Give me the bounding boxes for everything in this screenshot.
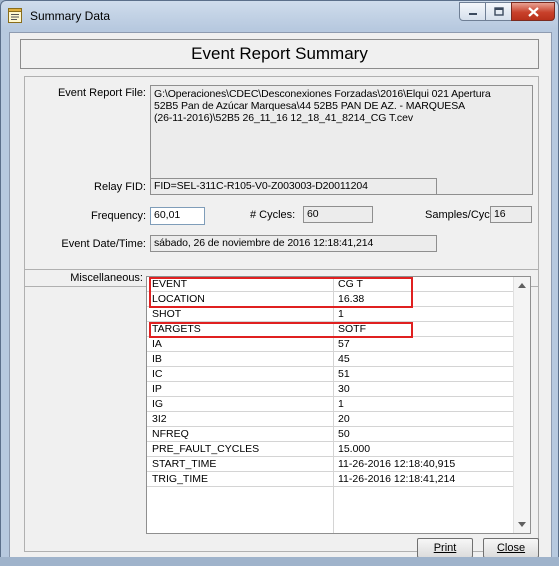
row-value: 50 (338, 428, 350, 440)
table-row[interactable]: IG 1 (147, 397, 515, 412)
scroll-down-arrow-icon (518, 521, 526, 527)
desktop-background (0, 557, 559, 566)
table-row[interactable]: SHOT 1 (147, 307, 515, 322)
vertical-scrollbar[interactable] (513, 277, 530, 533)
minimize-button[interactable] (459, 2, 486, 21)
row-key: NFREQ (152, 428, 189, 440)
highlight-box (149, 322, 413, 338)
cycles-field[interactable]: 60 (303, 206, 373, 223)
print-button[interactable]: Print (417, 538, 473, 558)
row-value: 1 (338, 308, 344, 320)
close-window-button[interactable] (511, 2, 555, 21)
summary-document-icon (8, 8, 22, 23)
table-row[interactable]: TRIG_TIME 11-26-2016 12:18:41,214 (147, 472, 515, 487)
window-title: Summary Data (30, 9, 111, 23)
table-row[interactable]: PRE_FAULT_CYCLES 15.000 (147, 442, 515, 457)
file-path-line: G:\Operaciones\CDEC\Desconexiones Forzad… (154, 88, 491, 100)
row-value: 20 (338, 413, 350, 425)
table-row[interactable]: IB 45 (147, 352, 515, 367)
row-key: SHOT (152, 308, 182, 320)
relay-fid-field[interactable]: FID=SEL-311C-R105-V0-Z003003-D20011204 (150, 178, 437, 195)
row-key: PRE_FAULT_CYCLES (152, 443, 260, 455)
event-datetime-field[interactable]: sábado, 26 de noviembre de 2016 12:18:41… (150, 235, 437, 252)
frequency-label: Frequency: (90, 210, 146, 222)
file-path-line: 52B5 Pan de Azúcar Marquesa\44 52B5 PAN … (154, 100, 466, 112)
frequency-field[interactable]: 60,01 (150, 207, 205, 225)
summary-data-window: Summary Data Event Report Summary Event … (0, 0, 559, 566)
row-value: 1 (338, 398, 344, 410)
row-key: TRIG_TIME (152, 473, 209, 485)
row-key: IC (152, 368, 163, 380)
miscellaneous-table[interactable]: EVENT CG T LOCATION 16.38 SHOT 1 TARGETS SOTF IA… (146, 276, 531, 534)
row-value: 30 (338, 383, 350, 395)
row-value: 11-26-2016 12:18:41,214 (338, 473, 456, 485)
row-key: IP (152, 383, 162, 395)
table-row[interactable]: NFREQ 50 (147, 427, 515, 442)
row-key: IB (152, 353, 162, 365)
title-bar[interactable]: Summary Data (1, 1, 558, 31)
row-key: START_TIME (152, 458, 217, 470)
dialog-client-area: Event Report Summary Event Report File: … (9, 32, 552, 560)
row-key: 3I2 (152, 413, 167, 425)
minimize-icon (468, 12, 477, 15)
cycles-label: # Cycles: (250, 209, 296, 221)
relay-fid-label: Relay FID: (94, 181, 146, 193)
file-path-line: (26-11-2016)\52B5 26_11_16 12_18_41_8214… (154, 112, 413, 124)
close-icon (527, 6, 539, 17)
event-report-file-label: Event Report File: (57, 87, 146, 99)
scroll-up-button[interactable] (515, 278, 529, 292)
row-value: 11-26-2016 12:18:40,915 (338, 458, 456, 470)
row-value: 51 (338, 368, 350, 380)
maximize-button[interactable] (485, 2, 512, 21)
highlight-box (149, 277, 413, 308)
event-datetime-label: Event Date/Time: (61, 238, 146, 250)
row-value: 57 (338, 338, 350, 350)
table-row[interactable]: 3I2 20 (147, 412, 515, 427)
scroll-up-arrow-icon (518, 282, 526, 288)
maximize-icon (493, 7, 504, 16)
miscellaneous-label: Miscellaneous: (70, 272, 143, 284)
samples-per-cycle-field[interactable]: 16 (490, 206, 532, 223)
row-key: IA (152, 338, 162, 350)
scroll-down-button[interactable] (515, 517, 529, 531)
report-header: Event Report Summary (20, 39, 539, 69)
table-row[interactable]: IC 51 (147, 367, 515, 382)
table-row[interactable]: IA 57 (147, 337, 515, 352)
row-value: 45 (338, 353, 350, 365)
close-button[interactable]: Close (483, 538, 539, 558)
row-key: IG (152, 398, 164, 410)
row-value: 15.000 (338, 443, 371, 455)
table-row[interactable]: START_TIME 11-26-2016 12:18:40,915 (147, 457, 515, 472)
table-row[interactable]: IP 30 (147, 382, 515, 397)
